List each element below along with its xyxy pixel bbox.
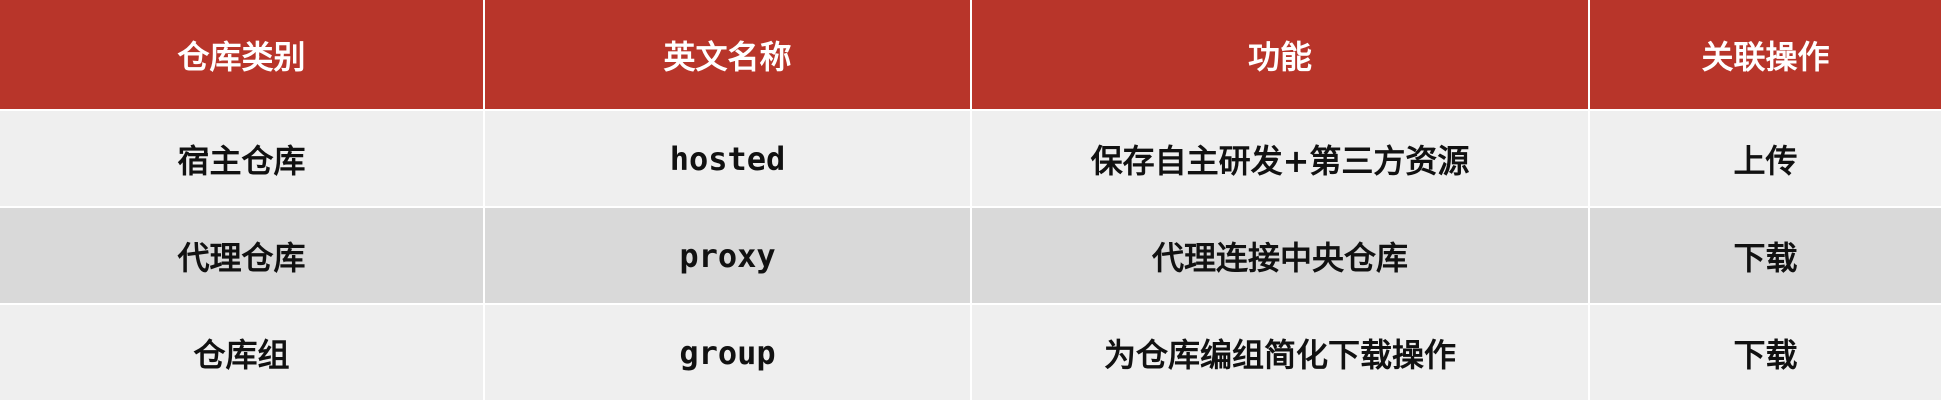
cell-function: 为仓库编组简化下载操作 bbox=[971, 304, 1590, 402]
cell-related-operation: 上传 bbox=[1589, 110, 1941, 208]
cell-function: 保存自主研发+第三方资源 bbox=[971, 110, 1590, 208]
cell-english-name: group bbox=[484, 304, 972, 402]
header-related-operation: 关联操作 bbox=[1589, 0, 1941, 111]
header-repo-category: 仓库类别 bbox=[0, 0, 485, 111]
cell-english-name: hosted bbox=[484, 110, 972, 208]
header-english-name: 英文名称 bbox=[484, 0, 972, 111]
cell-repo-category: 仓库组 bbox=[0, 304, 485, 402]
cell-related-operation: 下载 bbox=[1589, 304, 1941, 402]
table-row: 宿主仓库 hosted 保存自主研发+第三方资源 上传 bbox=[0, 110, 1941, 208]
header-function: 功能 bbox=[971, 0, 1590, 111]
cell-repo-category: 代理仓库 bbox=[0, 207, 485, 305]
cell-function: 代理连接中央仓库 bbox=[971, 207, 1590, 305]
table-header-row: 仓库类别 英文名称 功能 关联操作 bbox=[0, 0, 1941, 111]
table-frame: 仓库类别 英文名称 功能 关联操作 宿主仓库 hosted 保存自主研发+第三方… bbox=[0, 0, 1941, 402]
repository-types-table: 仓库类别 英文名称 功能 关联操作 宿主仓库 hosted 保存自主研发+第三方… bbox=[0, 0, 1941, 402]
cell-related-operation: 下载 bbox=[1589, 207, 1941, 305]
cell-repo-category: 宿主仓库 bbox=[0, 110, 485, 208]
table-row: 仓库组 group 为仓库编组简化下载操作 下载 bbox=[0, 304, 1941, 402]
cell-english-name: proxy bbox=[484, 207, 972, 305]
table-row: 代理仓库 proxy 代理连接中央仓库 下载 bbox=[0, 207, 1941, 305]
